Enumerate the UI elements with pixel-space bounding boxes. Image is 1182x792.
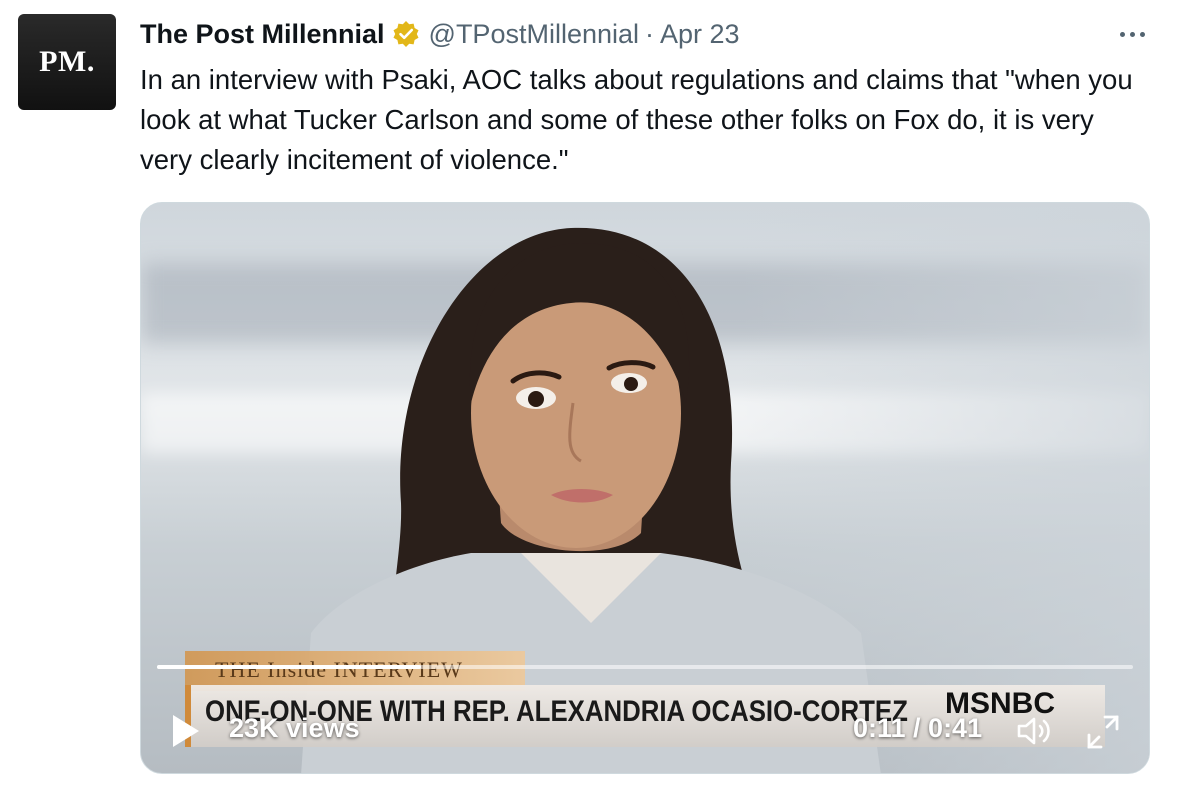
fullscreen-icon[interactable] — [1083, 713, 1123, 751]
verified-badge-icon — [391, 19, 421, 49]
play-icon[interactable] — [169, 711, 203, 751]
view-count: 23K views — [229, 713, 360, 743]
video-progress-bar[interactable] — [157, 665, 1133, 669]
tweet-card[interactable]: PM. The Post Millennial @TPostMillennial… — [0, 0, 1182, 792]
volume-icon[interactable] — [1015, 713, 1055, 749]
more-options-icon[interactable] — [1110, 20, 1154, 48]
header-separator: · — [645, 18, 655, 49]
avatar[interactable]: PM. — [18, 14, 116, 110]
video-controls: 23K views 0:11 / 0:41 — [141, 703, 1149, 763]
video-time: 0:11 / 0:41 — [853, 713, 983, 743]
tweet-date[interactable]: Apr 23 — [660, 19, 740, 50]
author-handle[interactable]: @TPostMillennial — [429, 19, 639, 50]
video-player[interactable]: THE Inside INTERVIEW ONE-ON-ONE WITH REP… — [140, 202, 1150, 774]
tweet-text: In an interview with Psaki, AOC talks ab… — [140, 64, 1133, 175]
tweet-header: The Post Millennial @TPostMillennial · A… — [140, 14, 740, 54]
avatar-logo-text: PM. — [39, 45, 95, 78]
author-name[interactable]: The Post Millennial — [140, 19, 385, 50]
video-progress-fill — [157, 665, 421, 669]
